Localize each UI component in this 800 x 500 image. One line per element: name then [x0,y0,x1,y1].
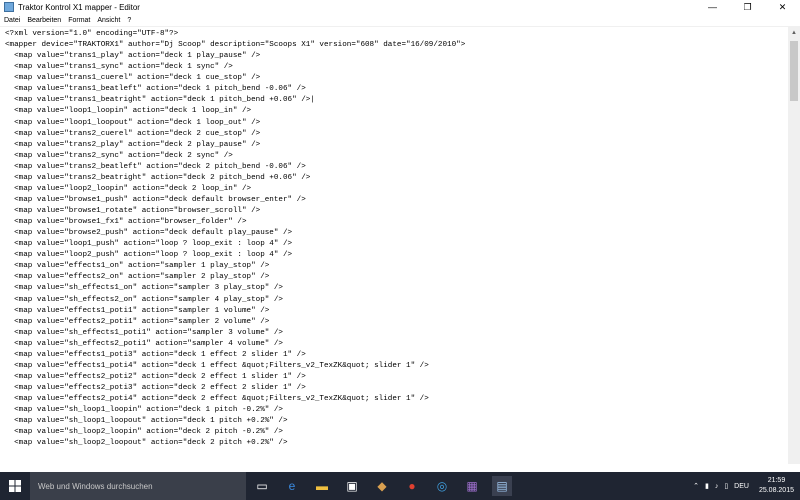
code-line[interactable]: <map value="effects2_poti3" action="deck… [5,383,788,394]
code-line[interactable]: <map value="browse1_rotate" action="brow… [5,206,788,217]
code-line[interactable]: <map value="trans1_beatleft" action="dec… [5,84,788,95]
code-line[interactable]: <map value="sh_loop1_loopout" action="de… [5,416,788,427]
chrome-icon[interactable]: ● [402,476,422,496]
notifications-icon[interactable]: ▯ [724,482,728,490]
task-view-icon[interactable]: ▭ [252,476,272,496]
notepad-taskbar-icon[interactable]: ▤ [492,476,512,496]
code-line[interactable]: <map value="loop2_loopin" action="deck 2… [5,184,788,195]
maximize-button[interactable]: ❐ [730,0,765,14]
code-line[interactable]: <map value="trans1_play" action="deck 1 … [5,51,788,62]
code-line[interactable]: <map value="effects2_poti2" action="deck… [5,372,788,383]
text-editor[interactable]: <?xml version="1.0" encoding="UTF-8"?> <m… [0,27,788,464]
code-line[interactable]: <map value="sh_effects1_on" action="samp… [5,283,788,294]
menu-help[interactable]: ? [127,17,131,24]
code-line[interactable]: <map value="loop2_push" action="loop ? l… [5,250,788,261]
code-line[interactable]: <map value="trans2_beatleft" action="dec… [5,162,788,173]
volume-icon[interactable]: ♪ [715,483,719,490]
file-explorer-icon[interactable]: ▬ [312,476,332,496]
title-bar: Traktor Kontrol X1 mapper - Editor — ❐ ✕ [0,0,800,14]
code-line[interactable]: <map value="effects1_poti4" action="deck… [5,361,788,372]
code-line[interactable]: <map value="effects2_poti1" action="samp… [5,317,788,328]
menu-datei[interactable]: Datei [4,17,20,24]
window-title: Traktor Kontrol X1 mapper - Editor [18,2,140,12]
taskbar-search[interactable]: Web und Windows durchsuchen [30,472,246,500]
chevron-up-icon[interactable]: ⌃ [693,482,699,490]
network-icon[interactable]: ▮ [705,482,709,490]
edge-browser-icon[interactable]: e [282,476,302,496]
store-icon[interactable]: ▣ [342,476,362,496]
code-line[interactable]: <map value="browse1_push" action="deck d… [5,195,788,206]
code-line[interactable]: <map value="loop1_push" action="loop ? l… [5,239,788,250]
code-line[interactable]: <map value="effects1_poti3" action="deck… [5,350,788,361]
code-line[interactable]: <map value="trans2_beatright" action="de… [5,173,788,184]
code-line[interactable]: <map value="trans2_cuerel" action="deck … [5,129,788,140]
code-line[interactable]: <map value="loop1_loopin" action="deck 1… [5,106,788,117]
code-line[interactable]: <map value="browse1_fx1" action="browser… [5,217,788,228]
taskbar: Web und Windows durchsuchen ▭ e ▬ ▣ ◆ ● … [0,472,800,500]
language-indicator[interactable]: DEU [734,483,749,490]
clock[interactable]: 21:59 25.08.2015 [759,476,794,496]
code-line[interactable]: <map value="effects1_on" action="sampler… [5,261,788,272]
code-line[interactable]: <map value="trans1_sync" action="deck 1 … [5,62,788,73]
code-line[interactable]: <map value="sh_effects2_poti1" action="s… [5,339,788,350]
start-button[interactable] [0,472,30,500]
code-line[interactable]: <map value="sh_loop2_loopin" action="dec… [5,427,788,438]
editor-content[interactable]: <?xml version="1.0" encoding="UTF-8"?> <m… [0,27,788,449]
system-tray: ⌃ ▮ ♪ ▯ DEU 21:59 25.08.2015 [687,472,800,500]
code-line[interactable]: <map value="trans2_sync" action="deck 2 … [5,151,788,162]
clock-time: 21:59 [767,477,786,484]
menu-bearbeiten[interactable]: Bearbeiten [27,17,61,24]
windows-logo-icon [9,480,21,492]
code-line[interactable]: <map value="sh_loop2_loopout" action="de… [5,438,788,449]
search-placeholder: Web und Windows durchsuchen [38,481,153,491]
app-icon[interactable]: ◆ [372,476,392,496]
code-line[interactable]: <map value="trans2_play" action="deck 2 … [5,140,788,151]
menu-ansicht[interactable]: Ansicht [97,17,120,24]
minimize-button[interactable]: — [695,0,730,14]
scroll-thumb[interactable] [790,41,798,101]
save-app-icon[interactable]: ▦ [462,476,482,496]
vertical-scrollbar[interactable]: ▲ [788,27,800,464]
code-line[interactable]: <mapper device="TRAKTORX1" author="Dj Sc… [5,40,788,51]
clock-date: 25.08.2015 [758,487,794,494]
menu-bar: Datei Bearbeiten Format Ansicht ? [0,14,800,27]
code-line[interactable]: <map value="effects1_poti1" action="samp… [5,306,788,317]
code-line[interactable]: <map value="sh_effects2_on" action="samp… [5,295,788,306]
notepad-icon [4,2,14,12]
app-icon-2[interactable]: ◎ [432,476,452,496]
horizontal-scrollbar[interactable] [0,464,800,472]
menu-format[interactable]: Format [68,17,90,24]
code-line[interactable]: <map value="loop1_loopout" action="deck … [5,118,788,129]
code-line[interactable]: <map value="effects2_on" action="sampler… [5,272,788,283]
code-line[interactable]: <map value="sh_loop1_loopin" action="dec… [5,405,788,416]
code-line[interactable]: <map value="sh_effects1_poti1" action="s… [5,328,788,339]
close-button[interactable]: ✕ [765,0,800,14]
code-line[interactable]: <map value="trans1_beatright" action="de… [5,95,788,106]
code-line[interactable]: <map value="browse2_push" action="deck d… [5,228,788,239]
code-line[interactable]: <map value="effects2_poti4" action="deck… [5,394,788,405]
code-line[interactable]: <?xml version="1.0" encoding="UTF-8"?> [5,29,788,40]
window-controls: — ❐ ✕ [695,0,800,14]
scroll-up-icon[interactable]: ▲ [788,27,800,39]
code-line[interactable]: <map value="trans1_cuerel" action="deck … [5,73,788,84]
